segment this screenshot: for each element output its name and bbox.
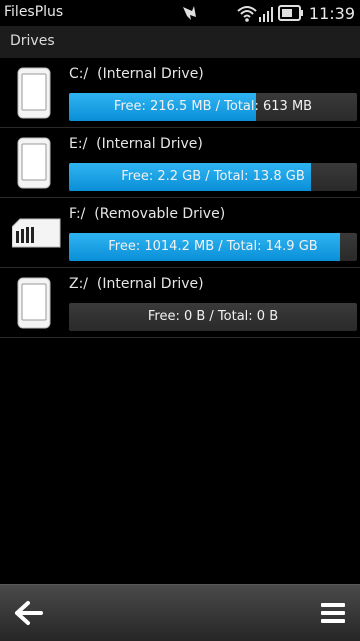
drive-name: Z:/ (Internal Drive) bbox=[69, 276, 204, 292]
drive-list: C:/ (Internal Drive) Free: 216.5 MB / To… bbox=[0, 58, 360, 338]
notification-icon bbox=[180, 3, 200, 27]
phone-drive-icon bbox=[12, 137, 56, 189]
drive-name: E:/ (Internal Drive) bbox=[69, 136, 203, 152]
page-title: Drives bbox=[10, 33, 55, 49]
drive-name: F:/ (Removable Drive) bbox=[69, 206, 226, 222]
usage-text: Free: 2.2 GB / Total: 13.8 GB bbox=[121, 169, 305, 184]
drive-item-c[interactable]: C:/ (Internal Drive) Free: 216.5 MB / To… bbox=[0, 58, 360, 128]
usage-bar: Free: 216.5 MB / Total: 613 MB bbox=[69, 93, 357, 121]
usage-bar: Free: 1014.2 MB / Total: 14.9 GB bbox=[69, 233, 357, 261]
drive-item-f[interactable]: F:/ (Removable Drive) Free: 1014.2 MB / … bbox=[0, 198, 360, 268]
signal-icon bbox=[258, 3, 276, 27]
page-header: Drives bbox=[0, 26, 360, 59]
bottom-toolbar bbox=[0, 584, 360, 641]
memory-card-icon bbox=[11, 207, 61, 259]
usage-text: Free: 216.5 MB / Total: 613 MB bbox=[113, 99, 313, 114]
usage-bar: Free: 2.2 GB / Total: 13.8 GB bbox=[69, 163, 357, 191]
drive-item-z[interactable]: Z:/ (Internal Drive) Free: 0 B / Total: … bbox=[0, 268, 360, 338]
drive-name: C:/ (Internal Drive) bbox=[69, 66, 204, 82]
battery-icon bbox=[278, 3, 304, 27]
back-arrow-icon[interactable] bbox=[14, 599, 44, 627]
drive-item-e[interactable]: E:/ (Internal Drive) Free: 2.2 GB / Tota… bbox=[0, 128, 360, 198]
phone-drive-icon bbox=[12, 277, 56, 329]
usage-bar: Free: 0 B / Total: 0 B bbox=[69, 303, 357, 331]
app-title: FilesPlus bbox=[4, 4, 64, 20]
usage-text: Free: 0 B / Total: 0 B bbox=[147, 309, 279, 324]
usage-text: Free: 1014.2 MB / Total: 14.9 GB bbox=[108, 239, 318, 254]
menu-icon[interactable] bbox=[318, 599, 348, 627]
status-bar: FilesPlus 11:39 bbox=[0, 0, 360, 26]
phone-drive-icon bbox=[12, 67, 56, 119]
wifi-icon bbox=[236, 3, 258, 27]
clock: 11:39 bbox=[308, 4, 355, 23]
